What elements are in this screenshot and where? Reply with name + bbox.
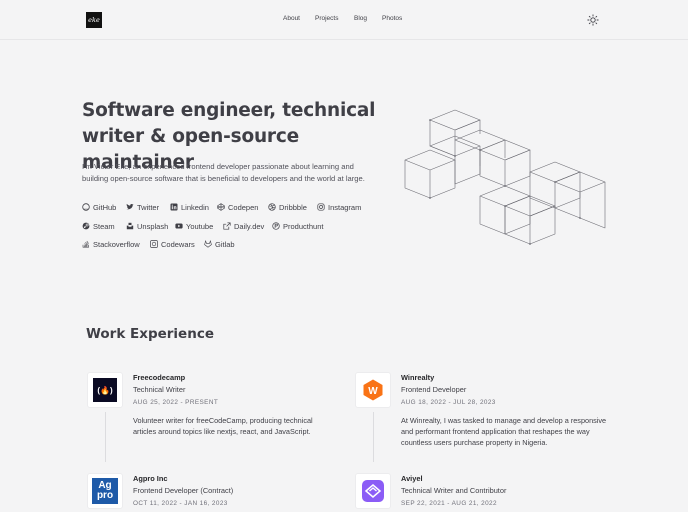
job-role: Frontend Developer (Contract) bbox=[133, 486, 234, 495]
social-gitlab-link[interactable]: Gitlab bbox=[204, 239, 235, 249]
job-description: At Winrealty, I was tasked to manage and… bbox=[401, 416, 607, 447]
winrealty-logo-text: W bbox=[368, 386, 378, 397]
aviyel-logo-icon bbox=[362, 480, 384, 502]
company-logo: W bbox=[355, 372, 391, 408]
social-twitter-link[interactable]: Twitter bbox=[126, 202, 159, 212]
unsplash-icon bbox=[126, 222, 134, 230]
winrealty-logo-icon: W bbox=[363, 379, 383, 401]
company-name: Winrealty bbox=[401, 373, 435, 382]
dailydev-icon bbox=[223, 222, 231, 230]
social-label: GitHub bbox=[93, 202, 117, 212]
social-stackoverflow-link[interactable]: Stackoverflow bbox=[82, 239, 140, 249]
stackoverflow-icon bbox=[82, 240, 89, 248]
company-name: Agpro Inc bbox=[133, 474, 168, 483]
site-header: eke About Projects Blog Photos bbox=[0, 0, 688, 40]
youtube-icon bbox=[175, 223, 183, 229]
main-nav: About Projects Blog Photos bbox=[0, 15, 688, 27]
social-github-link[interactable]: GitHub bbox=[82, 202, 116, 212]
company-logo bbox=[355, 473, 391, 509]
steam-icon bbox=[82, 222, 90, 230]
social-codewars-link[interactable]: Codewars bbox=[150, 239, 195, 249]
nav-projects[interactable]: Projects bbox=[315, 15, 338, 22]
nav-photos[interactable]: Photos bbox=[382, 15, 402, 22]
social-label: Instagram bbox=[328, 202, 362, 212]
agpro-logo-icon: Ag pro bbox=[92, 478, 118, 504]
codewars-icon bbox=[150, 240, 158, 248]
job-dates: SEP 22, 2021 - AUG 21, 2022 bbox=[401, 500, 497, 507]
timeline-line bbox=[372, 412, 374, 462]
social-unsplash-link[interactable]: Unsplash bbox=[126, 221, 168, 231]
social-label: Unsplash bbox=[137, 221, 169, 231]
social-label: Daily.dev bbox=[234, 221, 265, 231]
social-label: Dribbble bbox=[279, 202, 307, 212]
social-instagram-link[interactable]: Instagram bbox=[317, 202, 361, 212]
github-icon bbox=[82, 203, 90, 211]
hero-title-line-1: Software engineer, technical bbox=[82, 100, 376, 121]
work-experience-heading: Work Experience bbox=[86, 326, 214, 342]
job-description: Volunteer writer for freeCodeCamp, produ… bbox=[133, 416, 313, 436]
timeline-line bbox=[104, 412, 106, 462]
job-dates: OCT 11, 2022 - JAN 16, 2023 bbox=[133, 500, 228, 507]
company-name: Freecodecamp bbox=[133, 373, 186, 382]
social-linkedin-link[interactable]: Linkedin bbox=[170, 202, 209, 212]
social-producthunt-link[interactable]: Producthunt bbox=[272, 221, 323, 231]
social-youtube-link[interactable]: Youtube bbox=[175, 221, 213, 231]
social-label: Codewars bbox=[161, 239, 195, 249]
social-dailydev-link[interactable]: Daily.dev bbox=[223, 221, 264, 231]
isometric-cubes-illustration bbox=[404, 109, 606, 245]
nav-blog[interactable]: Blog bbox=[354, 15, 367, 22]
twitter-icon bbox=[126, 203, 134, 210]
social-label: Gitlab bbox=[215, 239, 235, 249]
company-logo: Ag pro bbox=[87, 473, 123, 509]
freecodecamp-logo-text: (🔥) bbox=[97, 385, 113, 395]
job-dates: AUG 18, 2022 - JUL 28, 2023 bbox=[401, 399, 496, 406]
social-label: Youtube bbox=[186, 221, 214, 231]
job-role: Frontend Developer bbox=[401, 385, 467, 394]
gitlab-icon bbox=[204, 240, 212, 248]
job-role: Technical Writer and Contributor bbox=[401, 486, 507, 495]
agpro-logo-text: Ag pro bbox=[96, 480, 114, 501]
job-role: Technical Writer bbox=[133, 385, 186, 394]
social-label: Codepen bbox=[228, 202, 259, 212]
job-dates: AUG 25, 2022 - PRESENT bbox=[133, 399, 219, 406]
social-dribbble-link[interactable]: Dribbble bbox=[268, 202, 307, 212]
codepen-icon bbox=[217, 203, 225, 211]
theme-toggle-button[interactable] bbox=[587, 13, 599, 26]
social-codepen-link[interactable]: Codepen bbox=[217, 202, 258, 212]
nav-about[interactable]: About bbox=[283, 15, 300, 22]
social-label: Producthunt bbox=[283, 221, 324, 231]
instagram-icon bbox=[317, 203, 325, 211]
social-label: Twitter bbox=[137, 202, 160, 212]
company-logo: (🔥) bbox=[87, 372, 123, 408]
social-label: Linkedin bbox=[181, 202, 209, 212]
producthunt-icon bbox=[272, 222, 280, 230]
dribbble-icon bbox=[268, 203, 276, 211]
social-steam-link[interactable]: Steam bbox=[82, 221, 115, 231]
hero-description: I'm Victor Eke, an experienced frontend … bbox=[82, 162, 365, 183]
sun-icon bbox=[587, 14, 599, 26]
social-label: Steam bbox=[93, 221, 115, 231]
company-name: Aviyel bbox=[401, 474, 423, 483]
social-label: Stackoverflow bbox=[93, 239, 140, 249]
freecodecamp-logo-icon: (🔥) bbox=[93, 378, 117, 402]
linkedin-icon bbox=[170, 203, 178, 211]
